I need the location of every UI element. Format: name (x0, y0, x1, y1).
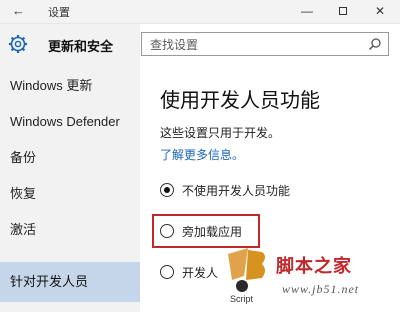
radio-button[interactable] (160, 224, 174, 238)
sidebar-item-label: 针对开发人员 (10, 274, 89, 289)
radio-button-checked[interactable] (160, 183, 174, 197)
sidebar-item-backup[interactable]: 备份 (0, 140, 140, 176)
search-input[interactable] (150, 37, 360, 53)
close-button[interactable]: ✕ (369, 2, 391, 20)
minimize-button[interactable]: — (296, 2, 318, 20)
jb51-logo (228, 248, 265, 292)
page-title: 使用开发人员功能 (160, 90, 320, 112)
radio-label: 不使用开发人员功能 (182, 184, 291, 198)
radio-label: 旁加载应用 (182, 225, 243, 239)
watermark: Script 脚本之家 www.jb51.net (222, 244, 400, 312)
sidebar-item-label: Windows Defender (10, 114, 120, 129)
back-arrow-icon[interactable]: ← (12, 3, 25, 18)
watermark-site-name: 脚本之家 (276, 256, 352, 276)
sidebar: 更新和安全 Windows 更新 Windows Defender 备份 恢复 … (0, 24, 140, 312)
learn-more-link[interactable]: 了解更多信息。 (160, 146, 244, 163)
sidebar-item-windows-defender[interactable]: Windows Defender (0, 104, 140, 140)
sidebar-item-label: 激活 (10, 222, 37, 237)
gear-icon (9, 35, 27, 53)
watermark-url: www.jb51.net (282, 282, 360, 296)
sidebar-item-for-developers[interactable]: 针对开发人员 (0, 262, 140, 302)
sidebar-item-label: 备份 (10, 150, 37, 165)
sidebar-item-label: Windows 更新 (10, 78, 93, 93)
sidebar-header[interactable]: 更新和安全 (0, 24, 140, 68)
sidebar-title: 更新和安全 (48, 39, 114, 54)
radio-option-sideload-apps[interactable]: 旁加载应用 (160, 221, 260, 243)
sidebar-item-activation[interactable]: 激活 (0, 212, 140, 248)
radio-label: 开发人 (182, 266, 219, 280)
sidebar-item-label: 恢复 (10, 186, 37, 201)
sidebar-item-recovery[interactable]: 恢复 (0, 176, 140, 212)
search-box[interactable] (141, 32, 389, 56)
sidebar-item-windows-update[interactable]: Windows 更新 (0, 68, 140, 104)
window-title: 设置 (48, 7, 70, 19)
title-bar: ← 设置 — ✕ (0, 0, 400, 24)
description-text: 这些设置只用于开发。 (160, 126, 281, 140)
maximize-icon (339, 7, 347, 15)
watermark-script-text: Script (230, 294, 254, 304)
radio-option-disable-dev-features[interactable]: 不使用开发人员功能 (160, 180, 380, 202)
search-icon[interactable] (368, 37, 382, 51)
radio-button[interactable] (160, 265, 174, 279)
maximize-button[interactable] (332, 2, 354, 20)
